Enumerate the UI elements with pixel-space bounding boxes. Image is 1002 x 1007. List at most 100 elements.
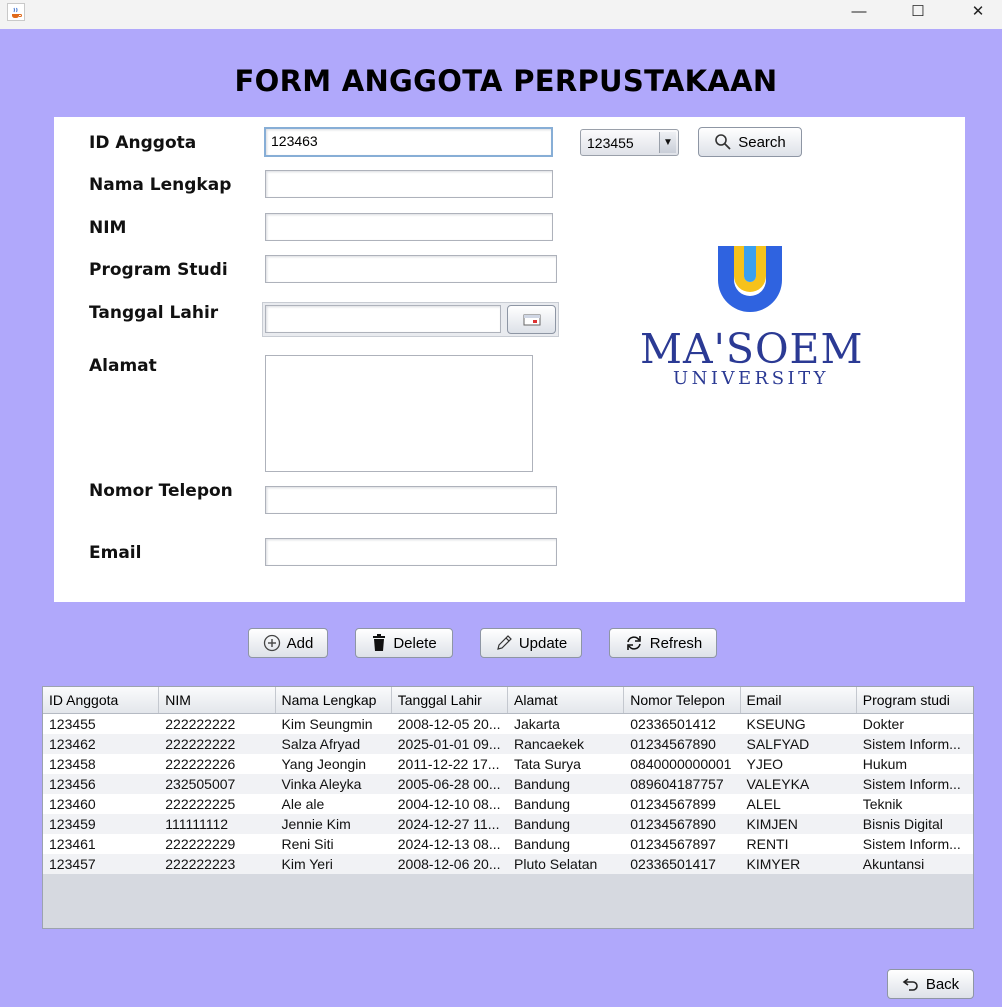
table-cell: VALEYKA	[746, 776, 810, 792]
table-row[interactable]: 123457 222222223 Kim Yeri 2008-12-06 20... P…	[43, 854, 973, 874]
table-cell: 2005-06-28 00...	[397, 776, 501, 792]
window-titlebar: — ☐ ✕	[0, 0, 1002, 29]
table-cell: Rancaekek	[514, 736, 585, 752]
table-cell: KIMJEN	[746, 816, 798, 832]
table-row[interactable]: 123461 222222229 Reni Siti 2024-12-13 08...…	[43, 834, 973, 854]
search-button-label: Search	[738, 133, 786, 151]
undo-icon	[902, 976, 920, 992]
table-row[interactable]: 123455 222222222 Kim Seungmin 2008-12-05 20…	[43, 714, 973, 734]
alamat-textarea[interactable]	[265, 355, 533, 472]
column-header[interactable]: Program studi	[857, 687, 973, 713]
table-cell: 0840000000001	[630, 756, 732, 772]
add-button-label: Add	[286, 634, 314, 652]
nim-input[interactable]	[265, 213, 553, 241]
table-cell: 222222222	[165, 736, 236, 752]
calendar-button[interactable]	[507, 305, 556, 334]
table-cell: 111111112	[165, 816, 229, 832]
refresh-button-label: Refresh	[649, 634, 703, 652]
table-cell: 02336501412	[630, 716, 716, 732]
table-cell: 222222223	[165, 856, 236, 872]
chevron-down-icon[interactable]: ▼	[659, 132, 676, 153]
table-cell: Pluto Selatan	[514, 856, 598, 872]
nomor-telepon-input[interactable]	[265, 486, 557, 514]
table-cell: Jakarta	[514, 716, 560, 732]
nama-lengkap-input[interactable]	[265, 170, 553, 198]
page-title: FORM ANGGOTA PERPUSTAKAAN	[234, 64, 778, 98]
table-cell: Salza Afryad	[281, 736, 361, 752]
table-cell: 2024-12-27 11...	[397, 816, 500, 832]
table-body: 123455 222222222 Kim Seungmin 2008-12-05 20…	[43, 714, 973, 874]
table-row[interactable]: 123460 222222225 Ale ale 2004-12-10 08... Ba…	[43, 794, 973, 814]
table-cell: RENTI	[746, 836, 789, 852]
table-cell: Bandung	[514, 836, 571, 852]
table-cell: ALEL	[746, 796, 781, 812]
maximize-button[interactable]: ☐	[895, 0, 941, 22]
table-row[interactable]: 123459 111111112 Jennie Kim 2024-12-27 11..…	[43, 814, 973, 834]
id-anggota-select[interactable]: 123455 ▼	[580, 129, 679, 156]
close-button[interactable]: ✕	[955, 0, 1001, 22]
table-cell: Teknik	[862, 796, 903, 812]
table-cell: KSEUNG	[746, 716, 806, 732]
column-header[interactable]: Nama Lengkap	[276, 687, 392, 713]
id-anggota-input[interactable]: 123463	[264, 127, 553, 157]
search-icon	[714, 133, 732, 151]
email-input[interactable]	[265, 538, 557, 566]
table-cell: 2011-12-22 17...	[397, 756, 500, 772]
refresh-button[interactable]: Refresh	[609, 628, 717, 658]
table-cell: YJEO	[746, 756, 784, 772]
table-cell: KIMYER	[746, 856, 801, 872]
delete-button[interactable]: Delete	[355, 628, 453, 658]
table-row[interactable]: 123462 222222222 Salza Afryad 2025-01-01 09…	[43, 734, 973, 754]
table-cell: 01234567890	[630, 816, 716, 832]
table-cell: Sistem Inform...	[862, 776, 961, 792]
tanggal-lahir-input[interactable]	[265, 305, 501, 333]
label-nama-lengkap: Nama Lengkap	[89, 175, 232, 195]
logo-title: MA'SOEM	[640, 325, 864, 373]
table-cell: Jennie Kim	[281, 816, 351, 832]
back-button[interactable]: Back	[887, 969, 974, 999]
column-header[interactable]: Tanggal Lahir	[392, 687, 508, 713]
table-cell: Sistem Inform...	[862, 736, 961, 752]
table-cell: 01234567890	[630, 736, 716, 752]
table-cell: 123462	[49, 736, 96, 752]
add-button[interactable]: Add	[248, 628, 328, 658]
table-cell: 01234567897	[630, 836, 716, 852]
table-cell: Dokter	[862, 716, 904, 732]
table-cell: Reni Siti	[281, 836, 334, 852]
column-header[interactable]: Alamat	[508, 687, 625, 713]
calendar-icon	[523, 314, 541, 326]
column-header[interactable]: NIM	[159, 687, 276, 713]
minimize-button[interactable]: —	[836, 0, 882, 22]
table-cell: 123458	[49, 756, 96, 772]
table-row[interactable]: 123458 222222226 Yang Jeongin 2011-12-22 17…	[43, 754, 973, 774]
table-cell: 123460	[49, 796, 96, 812]
table-cell: 01234567899	[630, 796, 716, 812]
label-program-studi: Program Studi	[89, 260, 228, 280]
table-cell: Kim Yeri	[281, 856, 333, 872]
table-cell: 123459	[49, 816, 96, 832]
search-button[interactable]: Search	[698, 127, 802, 157]
table-cell: Hukum	[862, 756, 908, 772]
column-header[interactable]: Email	[741, 687, 857, 713]
table-cell: 222222225	[165, 796, 236, 812]
table-cell: 222222222	[165, 716, 236, 732]
table-cell: 089604187757	[630, 776, 724, 792]
column-header[interactable]: ID Anggota	[43, 687, 160, 713]
update-button[interactable]: Update	[480, 628, 582, 658]
plus-circle-icon	[263, 634, 281, 652]
label-nim: NIM	[89, 218, 127, 238]
table-cell: 02336501417	[630, 856, 716, 872]
table-cell: Tata Surya	[514, 756, 581, 772]
table-cell: Bandung	[514, 816, 571, 832]
table-cell: Bandung	[514, 776, 571, 792]
program-studi-input[interactable]	[265, 255, 557, 283]
java-app-icon	[7, 3, 25, 21]
column-header[interactable]: Nomor Telepon	[624, 687, 741, 713]
table-cell: Kim Seungmin	[281, 716, 373, 732]
table-cell: 2004-12-10 08...	[397, 796, 501, 812]
id-anggota-select-value: 123455	[587, 135, 634, 151]
label-alamat: Alamat	[89, 356, 157, 376]
table-row[interactable]: 123456 232505007 Vinka Aleyka 2005-06-28 00…	[43, 774, 973, 794]
table-cell: 123456	[49, 776, 96, 792]
table-cell: Sistem Inform...	[862, 836, 961, 852]
